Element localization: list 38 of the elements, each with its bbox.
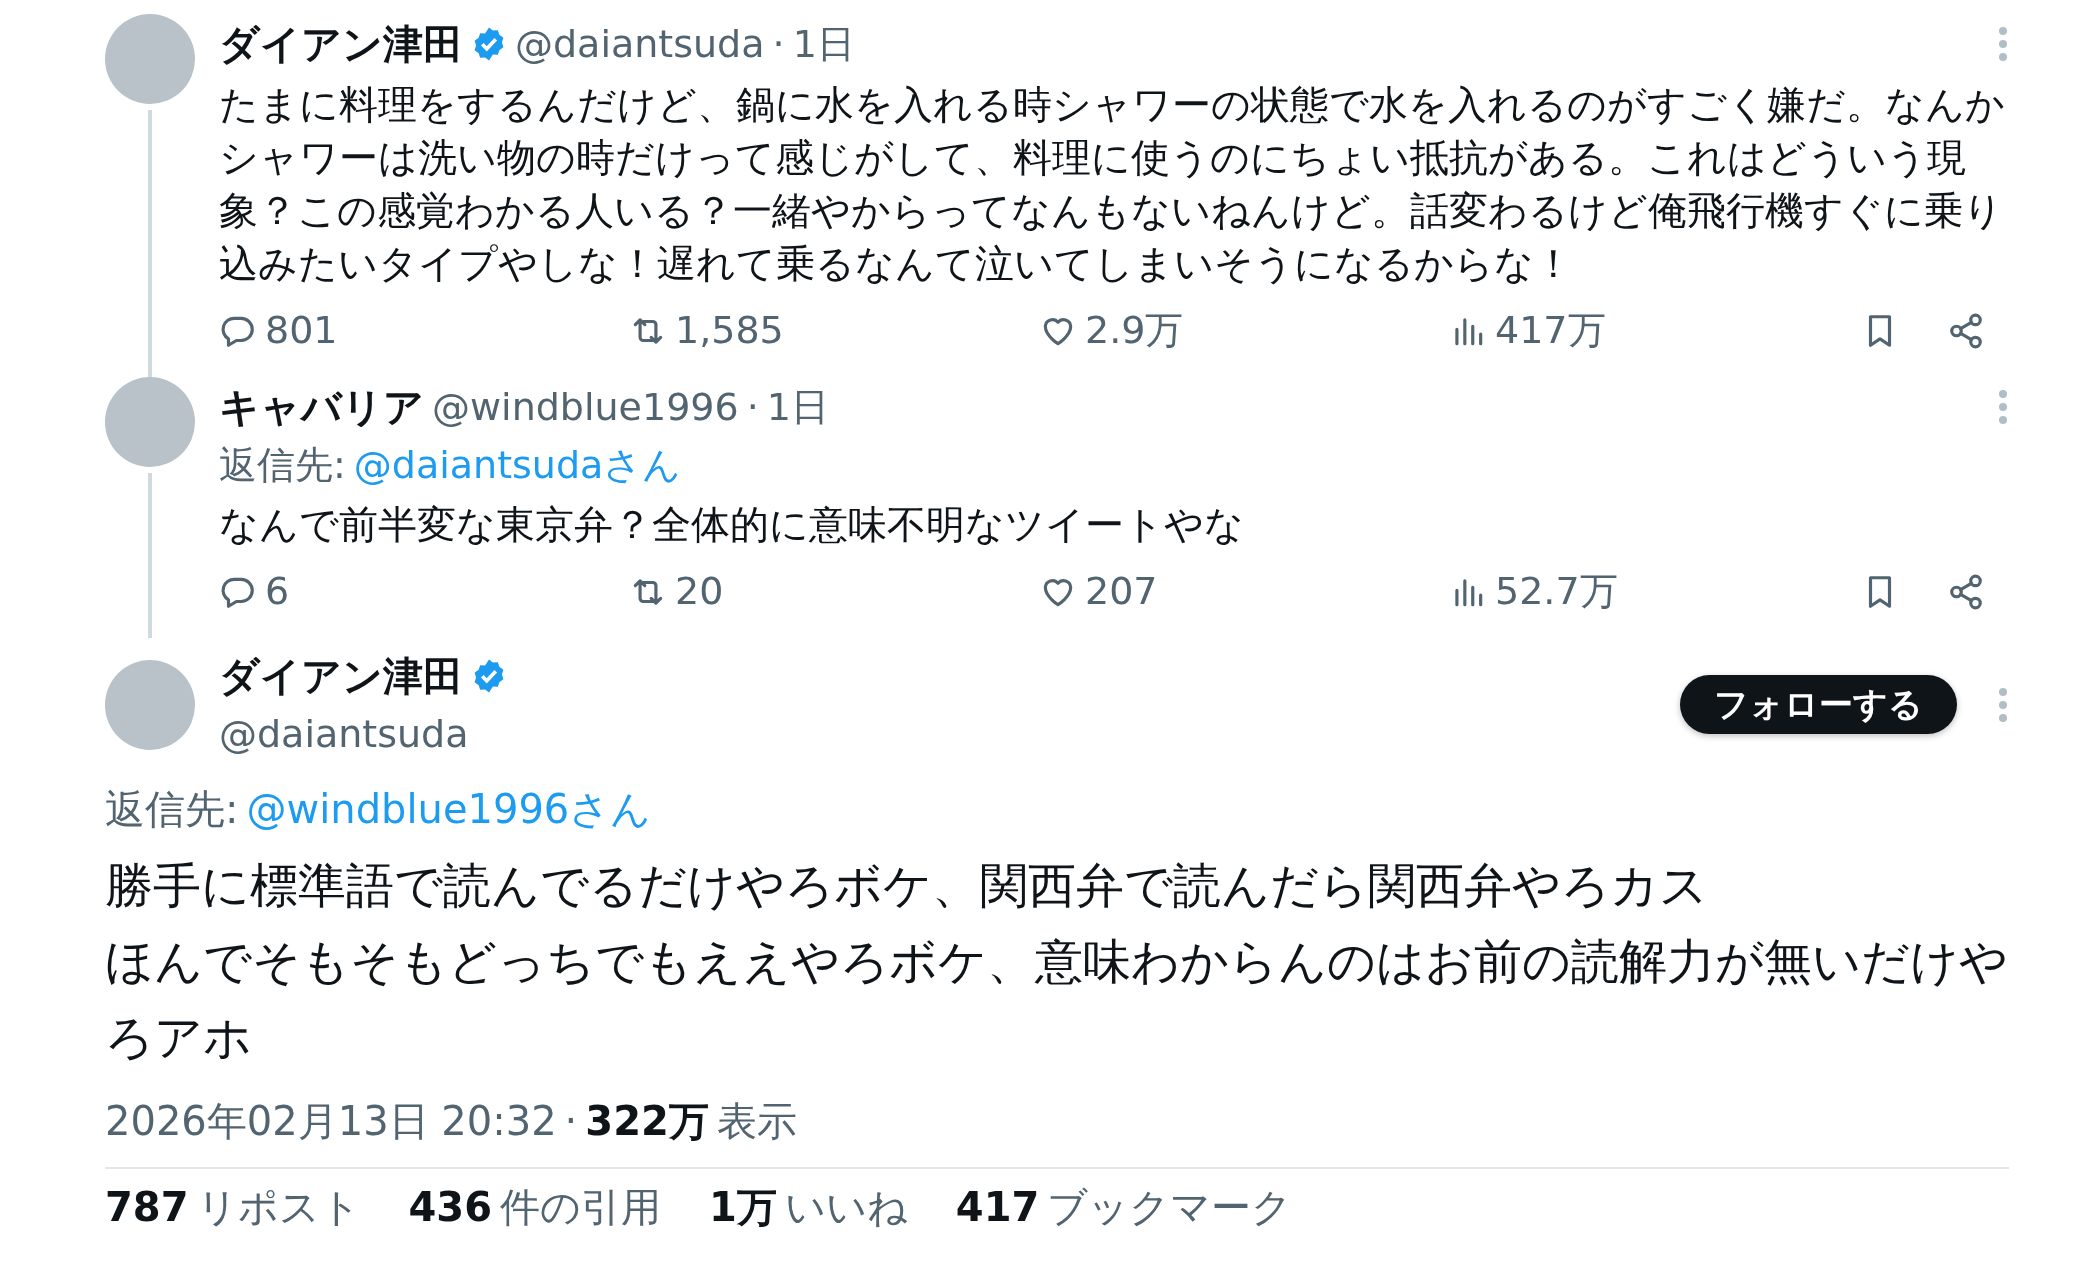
view-count: 322万 (585, 1097, 709, 1146)
views-button[interactable]: 52.7万 (1449, 563, 1618, 620)
user-handle[interactable]: @daiantsuda (219, 706, 1656, 763)
reply-to-label: 返信先: (105, 785, 239, 834)
share-icon[interactable] (1947, 572, 1985, 611)
replies-button[interactable]: 6 (219, 563, 290, 620)
post-text: たまに料理をするんだけど、鍋に水を入れる時シャワーの状態で水を入れるのがすごく嫌だ。なんかシャワーは洗い物の時だけって感じがして、料理に使うのにちょい抵抗がある。これはどういう現象？この感覚わかる人いる？一緒やからってなんもないねんけど。話変わるけど俺飛行機すぐに乗り込みたいタイプやしな！遅れて乗るなんて泣いてしまいそうになるからな！ (219, 81, 2006, 288)
dot-separator: · (772, 20, 785, 68)
dot-separator: · (564, 1097, 578, 1146)
engagement-stat-link[interactable]: 1万 いいね (709, 1177, 908, 1237)
likes-button[interactable]: 2.9万 (1039, 302, 1184, 359)
user-name[interactable]: キャバリア (219, 377, 424, 437)
likes-button[interactable]: 207 (1039, 563, 1158, 620)
dot-separator: · (746, 383, 759, 431)
more-options-icon[interactable] (1997, 686, 2009, 723)
reply-to-label: 返信先: (219, 442, 346, 489)
follow-button[interactable]: フォローする (1680, 675, 1957, 734)
post-time[interactable]: 1日 (792, 15, 855, 73)
user-handle[interactable]: @windblue1996 (432, 378, 739, 436)
reposts-button[interactable]: 1,585 (629, 302, 784, 359)
user-name[interactable]: ダイアン津田 (219, 14, 463, 74)
user-name[interactable]: ダイアン津田 (219, 646, 463, 706)
more-options-icon[interactable] (1997, 26, 2009, 62)
more-options-icon[interactable] (1997, 389, 2009, 425)
replies-button[interactable]: 801 (219, 302, 338, 359)
post-time[interactable]: 1日 (766, 378, 829, 436)
engagement-stat-link[interactable]: 436 件の引用 (408, 1177, 661, 1237)
user-handle[interactable]: @daiantsuda (515, 15, 765, 73)
engagement-stat-link[interactable]: 787 リポスト (105, 1177, 361, 1237)
post-text: 勝手に標準語で読んでるだけやろボケ、関西弁で読んだら関西弁やろカス (105, 856, 1709, 915)
post-timestamp[interactable]: 2026年02月13日 20:32 (105, 1091, 557, 1151)
reposts-button[interactable]: 20 (629, 563, 724, 620)
post-text: なんで前半変な東京弁？全体的に意味不明なツイートやな (219, 501, 1245, 549)
post-text: ほんでそもそもどっちでもええやろボケ、意味わからんのはお前の読解力が無いだけやろアホ (105, 932, 2009, 1067)
views-label: 表示 (716, 1097, 797, 1146)
engagement-stat-link[interactable]: 417 ブックマーク (955, 1177, 1293, 1237)
share-icon[interactable] (1947, 311, 1985, 350)
views-button[interactable]: 417万 (1449, 302, 1606, 359)
